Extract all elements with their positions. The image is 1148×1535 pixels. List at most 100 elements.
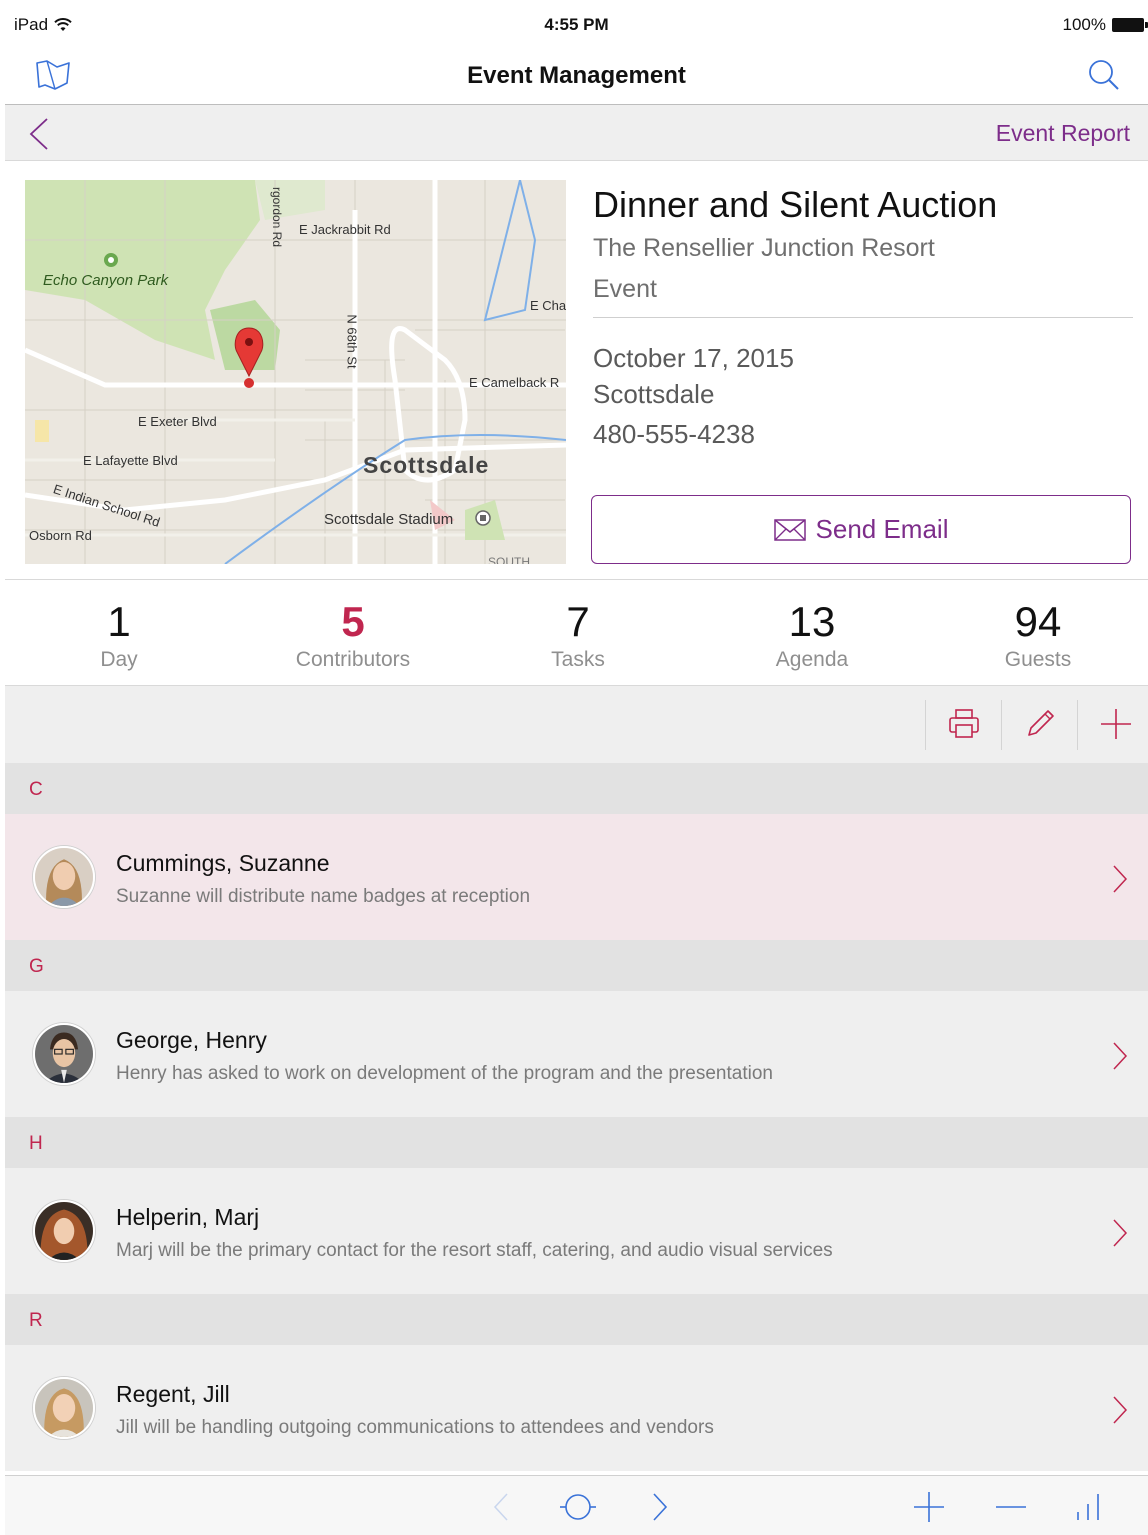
avatar [33, 846, 95, 908]
map-label-exeter: E Exeter Blvd [138, 414, 217, 429]
toolbar-separator [1001, 700, 1002, 750]
battery-icon [1112, 18, 1148, 32]
map-label-stadium: Scottsdale Stadium [324, 511, 454, 528]
page-title: Event Management [467, 62, 686, 89]
chevron-right-icon [1113, 865, 1128, 893]
contributor-name: Regent, Jill [116, 1381, 230, 1407]
stat-value: 7 [566, 598, 590, 645]
section-header-g: G [5, 940, 1148, 991]
section-header-c: C [5, 763, 1148, 814]
edit-icon[interactable] [1018, 702, 1062, 746]
contributor-name: George, Henry [116, 1027, 267, 1053]
stat-label: Tasks [551, 648, 605, 671]
event-details: Dinner and Silent Auction The Rensellier… [593, 180, 1133, 304]
stat-day[interactable]: 1 Day [19, 580, 219, 672]
stat-value: 5 [341, 598, 365, 645]
map-label-gordon: rgordon Rd [270, 186, 285, 248]
mail-icon [773, 518, 806, 541]
contributor-row-george[interactable]: George, Henry Henry has asked to work on… [5, 991, 1148, 1117]
chevron-right-icon [1113, 1219, 1128, 1247]
app-window: iPad 4:55 PM 100% Event Management Event… [5, 5, 1148, 1535]
toolbar-separator [1077, 700, 1078, 750]
map-label-south: SOUTH [488, 555, 530, 564]
stats-bar: 1 Day 5 Contributors 7 Tasks 13 Agenda 9… [5, 580, 1148, 686]
toolbar-separator [925, 700, 926, 750]
section-letter: G [29, 956, 44, 977]
add-icon [914, 1492, 944, 1522]
chevron-right-icon [1113, 1042, 1128, 1070]
search-icon[interactable] [1086, 57, 1122, 93]
list-toolbar [5, 686, 1148, 763]
event-map[interactable]: Echo Canyon Park rgordon Rd E Jackrabbit… [25, 180, 566, 564]
map-label-jackrabbit: E Jackrabbit Rd [299, 222, 391, 237]
delete-record-button[interactable] [993, 1490, 1029, 1524]
map-label-city: Scottsdale [363, 452, 490, 478]
map-label-camelback: E Camelback R [469, 375, 560, 390]
contributor-description: Suzanne will distribute name badges at r… [116, 886, 531, 907]
stat-label: Contributors [295, 648, 411, 671]
event-date: October 17, 2015 [593, 343, 794, 373]
minus-icon [996, 1506, 1026, 1508]
avatar [33, 1023, 95, 1085]
map-label-osborn: Osborn Rd [29, 528, 92, 543]
contributor-row-helperin[interactable]: Helperin, Marj Marj will be the primary … [5, 1168, 1148, 1294]
event-phone[interactable]: 480-555-4238 [593, 419, 755, 450]
stat-contributors[interactable]: 5 Contributors [253, 580, 453, 672]
contributor-name: Cummings, Suzanne [116, 850, 330, 876]
circle-icon [560, 1494, 596, 1520]
event-city: Scottsdale [593, 379, 715, 409]
avatar [33, 1377, 95, 1439]
section-letter: C [29, 779, 43, 800]
chevron-right-icon [653, 1493, 668, 1521]
contributor-name: Helperin, Marj [116, 1204, 260, 1230]
stat-value: 13 [788, 598, 836, 645]
stat-value: 1 [107, 598, 131, 645]
chevron-left-icon[interactable] [27, 117, 51, 151]
event-report-link[interactable]: Event Report [996, 120, 1130, 147]
charts-button[interactable] [1071, 1490, 1107, 1524]
stat-label: Day [100, 648, 138, 671]
map-label-park: Echo Canyon Park [43, 272, 169, 289]
send-email-label: Send Email [815, 514, 949, 544]
contributor-description: Henry has asked to work on development o… [116, 1063, 773, 1084]
battery-percent: 100% [1062, 15, 1106, 34]
event-venue: The Rensellier Junction Resort [593, 234, 935, 262]
bottom-toolbar [5, 1475, 1148, 1535]
section-header-h: H [5, 1117, 1148, 1168]
stat-agenda[interactable]: 13 Agenda [712, 580, 912, 672]
send-email-button[interactable]: Send Email [591, 495, 1131, 564]
stat-guests[interactable]: 94 Guests [938, 580, 1138, 672]
contributor-description: Jill will be handling outgoing communica… [116, 1417, 714, 1438]
avatar [33, 1200, 95, 1262]
clock: 4:55 PM [544, 15, 609, 34]
chevron-right-icon [1113, 1396, 1128, 1424]
map-label-cha: E Cha [530, 298, 566, 313]
battery-status: 100% [1062, 15, 1148, 35]
bar-chart-icon [1077, 1494, 1099, 1520]
section-header-r: R [5, 1294, 1148, 1345]
chevron-left-icon [493, 1493, 508, 1521]
section-letter: R [29, 1310, 43, 1331]
home-button[interactable] [560, 1490, 596, 1524]
print-icon[interactable] [942, 702, 986, 746]
event-type: Event [593, 275, 657, 303]
stat-value: 94 [1014, 598, 1062, 645]
new-record-button[interactable] [911, 1490, 947, 1524]
previous-record-button[interactable] [483, 1490, 519, 1524]
contributor-row-cummings[interactable]: Cummings, Suzanne Suzanne will distribut… [5, 814, 1148, 940]
stat-tasks[interactable]: 7 Tasks [478, 580, 678, 672]
sub-navigation-bar: Event Report [5, 105, 1148, 161]
event-title: Dinner and Silent Auction [593, 184, 998, 225]
map-label-68th: N 68th St [344, 314, 360, 369]
next-record-button[interactable] [642, 1490, 678, 1524]
section-letter: H [29, 1133, 43, 1154]
divider [593, 317, 1133, 318]
contributor-row-regent[interactable]: Regent, Jill Jill will be handling outgo… [5, 1345, 1148, 1471]
stat-label: Guests [1004, 648, 1072, 671]
navigation-bar: Event Management [5, 43, 1148, 105]
add-icon[interactable] [1094, 702, 1138, 746]
map-label-lafayette: E Lafayette Blvd [83, 453, 178, 468]
status-bar: iPad 4:55 PM 100% [5, 5, 1148, 43]
contributor-description: Marj will be the primary contact for the… [116, 1240, 833, 1261]
stat-label: Agenda [775, 648, 849, 671]
